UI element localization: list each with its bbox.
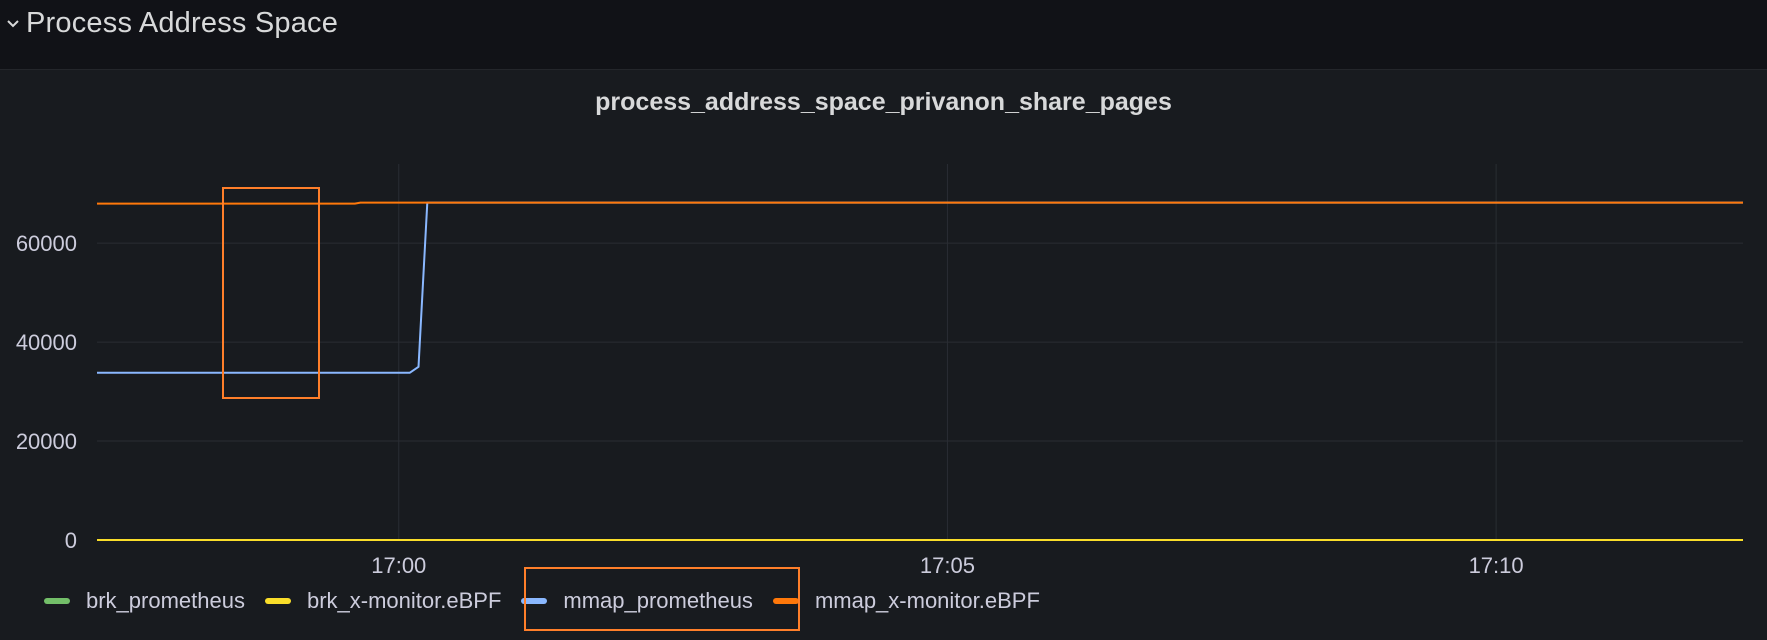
- legend-swatch: [264, 598, 291, 604]
- legend: brk_prometheus brk_x-monitor.eBPF mmap_p…: [44, 588, 1060, 614]
- x-tick-label: 17:05: [920, 553, 975, 578]
- legend-item-mmap-x-monitor-ebpf[interactable]: mmap_x-monitor.eBPF: [772, 588, 1040, 614]
- legend-item-mmap-prometheus[interactable]: mmap_prometheus: [521, 588, 753, 614]
- legend-swatch: [44, 598, 70, 604]
- legend-label: mmap_prometheus: [563, 588, 753, 613]
- y-tick-label: 40000: [16, 330, 77, 355]
- x-tick-label: 17:00: [371, 553, 426, 578]
- legend-swatch: [772, 598, 799, 604]
- time-series-chart[interactable]: 0 20000 40000 60000 17:00 17:05 17:10: [0, 70, 1767, 640]
- legend-item-brk-x-monitor-ebpf[interactable]: brk_x-monitor.eBPF: [264, 588, 502, 614]
- x-tick-label: 17:10: [1469, 553, 1524, 578]
- series-line-mmap-x-monitor-ebpf: [97, 201, 1743, 205]
- legend-label: mmap_x-monitor.eBPF: [814, 588, 1040, 613]
- row-title: Process Address Space: [26, 7, 339, 39]
- legend-label: brk_prometheus: [86, 588, 245, 613]
- graph-panel: process_address_space_privanon_share_pag…: [0, 70, 1767, 640]
- legend-label: brk_x-monitor.eBPF: [306, 588, 502, 613]
- chevron-down-icon[interactable]: [6, 17, 20, 31]
- y-tick-label: 0: [65, 528, 77, 553]
- legend-swatch: [521, 598, 548, 604]
- legend-item-brk-prometheus[interactable]: brk_prometheus: [44, 588, 245, 614]
- y-tick-label: 20000: [16, 429, 77, 454]
- y-tick-label: 60000: [16, 231, 77, 256]
- row-header[interactable]: Process Address Space: [0, 0, 1767, 70]
